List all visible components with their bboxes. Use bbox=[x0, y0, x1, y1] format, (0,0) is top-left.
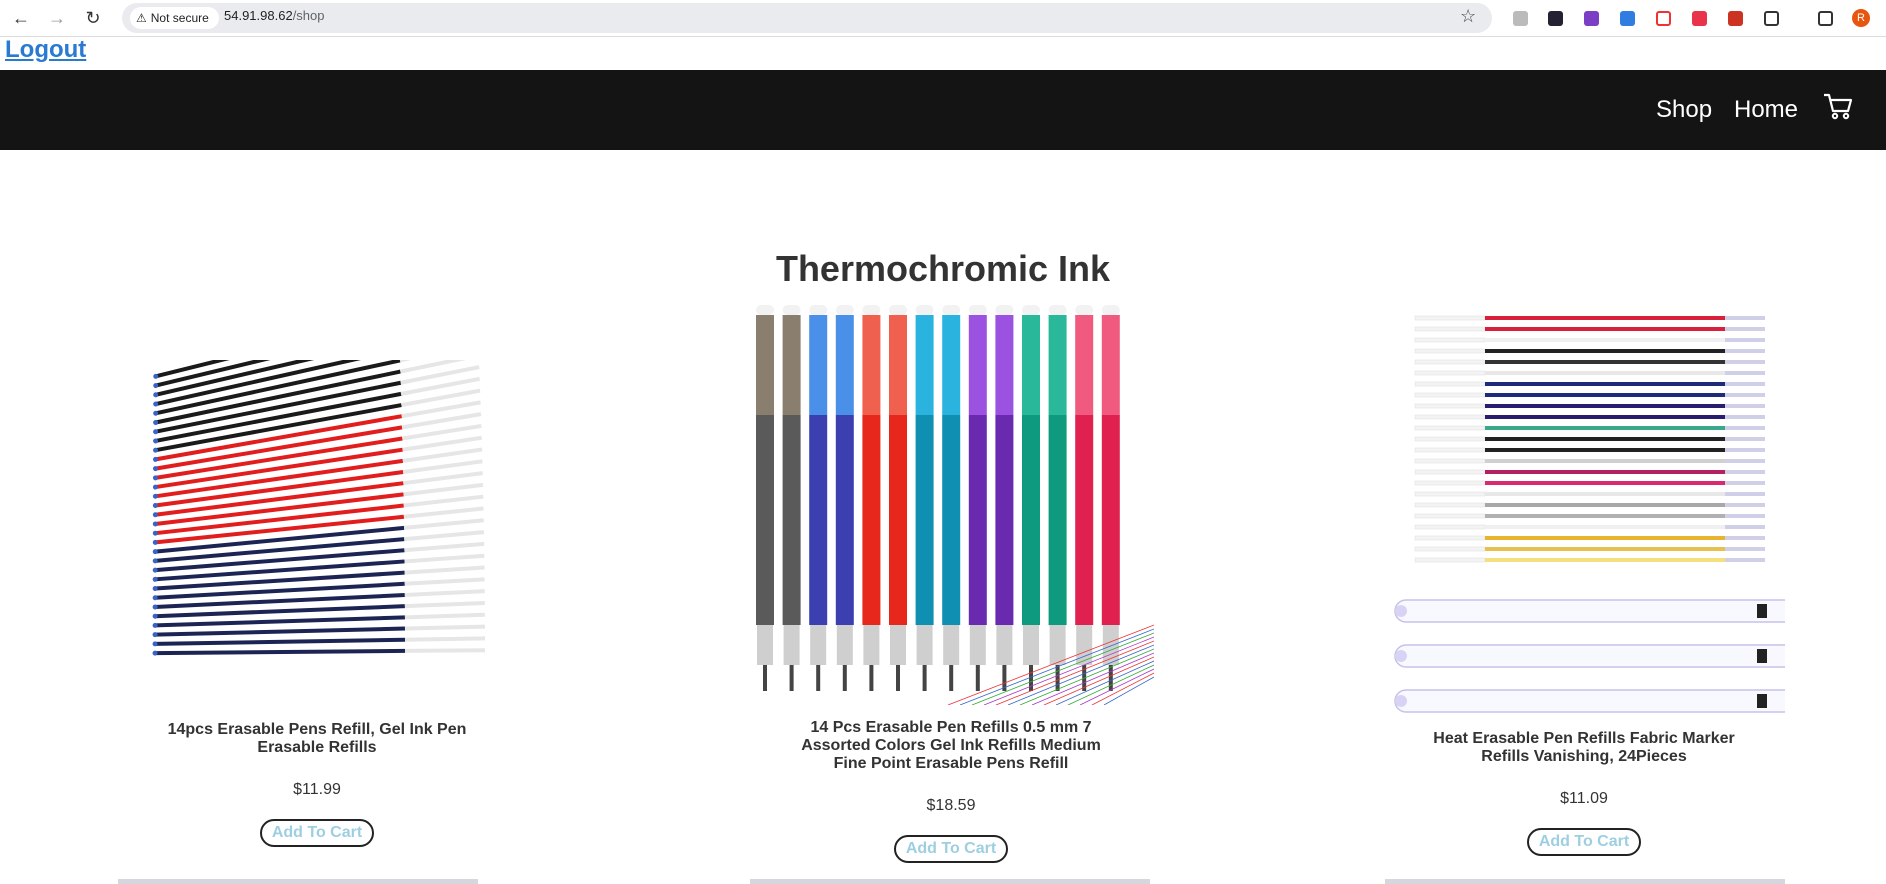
add-to-cart-button[interactable]: Add To Cart bbox=[1526, 828, 1642, 856]
code-icon[interactable] bbox=[1656, 11, 1671, 26]
address-bar[interactable] bbox=[122, 3, 1492, 33]
forward-icon[interactable]: → bbox=[44, 5, 70, 31]
cart-icon[interactable] bbox=[1822, 90, 1854, 122]
product-name[interactable]: 14 Pcs Erasable Pen Refills 0.5 mm 7 Ass… bbox=[792, 719, 1110, 773]
profile-avatar[interactable]: R bbox=[1852, 9, 1870, 27]
site-header bbox=[0, 70, 1886, 150]
product-card: 14 Pcs Erasable Pen Refills 0.5 mm 7 Ass… bbox=[792, 719, 1110, 863]
product-card: 14pcs Erasable Pens Refill, Gel Ink Pen … bbox=[150, 721, 484, 847]
product-image[interactable] bbox=[145, 360, 515, 680]
add-to-cart-button[interactable]: Add To Cart bbox=[259, 819, 375, 847]
next-row-image bbox=[1385, 879, 1785, 884]
product-card: Heat Erasable Pen Refills Fabric Marker … bbox=[1430, 730, 1738, 856]
product-name[interactable]: 14pcs Erasable Pens Refill, Gel Ink Pen … bbox=[150, 721, 484, 757]
url-path: /shop bbox=[292, 8, 325, 23]
next-row-image bbox=[750, 879, 1150, 884]
bookmark-star-icon[interactable]: ☆ bbox=[1460, 6, 1476, 27]
url-text[interactable]: 54.91.98.62/shop bbox=[224, 8, 325, 23]
product-price: $11.09 bbox=[1560, 790, 1608, 807]
product-image[interactable] bbox=[748, 305, 1154, 705]
product-name[interactable]: Heat Erasable Pen Refills Fabric Marker … bbox=[1430, 730, 1738, 766]
nav-home-link[interactable]: Home bbox=[1734, 96, 1798, 124]
back-icon[interactable]: ← bbox=[8, 5, 34, 31]
browser-toolbar: ← → ↻ ⚠ Not secure 54.91.98.62/shop ☆ R bbox=[0, 0, 1886, 37]
extension-icon[interactable] bbox=[1584, 11, 1599, 26]
logout-link[interactable]: Logout bbox=[5, 36, 86, 64]
extension-icon[interactable] bbox=[1728, 11, 1743, 26]
reload-icon[interactable]: ↻ bbox=[80, 5, 106, 31]
product-image[interactable] bbox=[1385, 310, 1785, 730]
url-host: 54.91.98.62 bbox=[224, 8, 293, 23]
extension-icon[interactable] bbox=[1513, 11, 1528, 26]
nav-shop-link[interactable]: Shop bbox=[1656, 96, 1712, 124]
security-chip[interactable]: ⚠ Not secure bbox=[130, 7, 219, 29]
page-title: Thermochromic Ink bbox=[775, 248, 1111, 289]
translate-icon[interactable] bbox=[1620, 11, 1635, 26]
extension-icon[interactable] bbox=[1548, 11, 1563, 26]
next-row-image bbox=[118, 879, 478, 884]
product-price: $18.59 bbox=[926, 797, 976, 814]
puzzle-icon[interactable] bbox=[1764, 11, 1779, 26]
extension-icon[interactable] bbox=[1692, 11, 1707, 26]
warning-icon: ⚠ bbox=[136, 11, 147, 25]
add-to-cart-button[interactable]: Add To Cart bbox=[893, 835, 1009, 863]
sidepanel-icon[interactable] bbox=[1818, 11, 1833, 26]
security-label: Not secure bbox=[150, 11, 209, 25]
product-price: $11.99 bbox=[293, 781, 341, 798]
